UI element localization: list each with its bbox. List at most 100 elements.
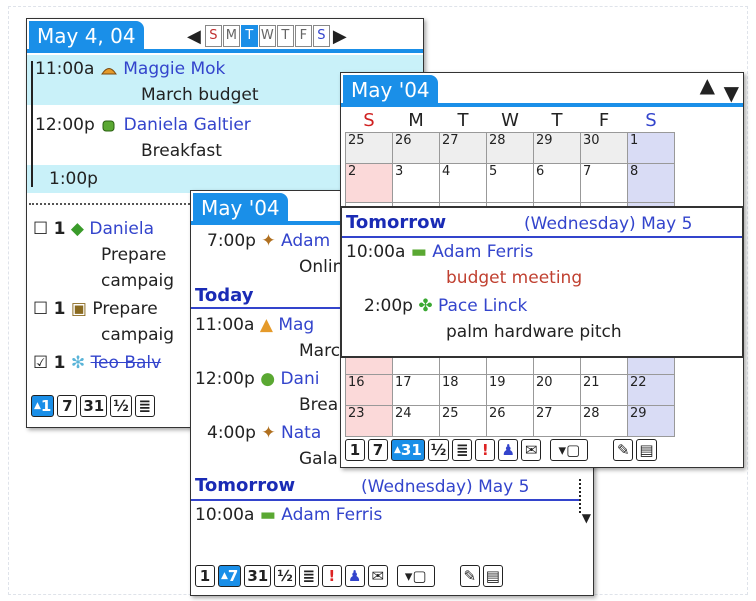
day-cell[interactable]: 28 bbox=[580, 405, 628, 437]
next-month-icon[interactable]: ▼ bbox=[724, 81, 739, 105]
day-cell[interactable]: 3 bbox=[392, 163, 440, 203]
day-cell[interactable]: 1 bbox=[627, 132, 675, 164]
todo-sub: Prepare bbox=[101, 245, 167, 265]
day-cell[interactable]: 25 bbox=[345, 132, 393, 164]
scrollbar[interactable] bbox=[579, 479, 587, 513]
checkbox-checked[interactable]: ☑ bbox=[33, 353, 48, 373]
details-button[interactable]: ▤ bbox=[482, 565, 503, 587]
week-view-button[interactable]: 7 bbox=[57, 395, 78, 417]
split-view-button[interactable]: ½ bbox=[427, 439, 450, 461]
day-cell[interactable]: 4 bbox=[439, 163, 487, 203]
day-sat[interactable]: S bbox=[312, 25, 330, 47]
contacts-button[interactable]: ♟ bbox=[498, 439, 519, 461]
day-fri[interactable]: F bbox=[294, 25, 312, 47]
contacts-button[interactable]: ♟ bbox=[344, 565, 365, 587]
today-heading: Today bbox=[195, 285, 254, 306]
event-sub: budget meeting bbox=[446, 268, 583, 288]
todo-row[interactable]: ☐ 1 ▣ Prepare bbox=[33, 299, 158, 319]
alarm-button[interactable]: ! bbox=[475, 439, 496, 461]
list-view-button[interactable]: ≣ bbox=[452, 439, 473, 461]
event-row[interactable]: 12:00p ● Dani bbox=[195, 369, 319, 389]
day-sun[interactable]: S bbox=[204, 25, 222, 47]
todo-row[interactable]: ☐ 1 ◆ Daniela bbox=[33, 219, 154, 239]
day-tue[interactable]: T bbox=[240, 25, 258, 47]
alarm-button[interactable]: ! bbox=[321, 565, 342, 587]
day-cell[interactable]: 27 bbox=[533, 405, 581, 437]
mail-button[interactable]: ✉ bbox=[521, 439, 542, 461]
scroll-down-icon[interactable]: ▼ bbox=[582, 511, 591, 525]
checkbox[interactable]: ☐ bbox=[33, 219, 48, 239]
day-cell[interactable]: 17 bbox=[392, 374, 440, 406]
event-row[interactable]: 2:00p ✤ Pace Linck bbox=[364, 296, 527, 316]
day-cell[interactable]: 8 bbox=[627, 163, 675, 203]
event-time[interactable]: 1:00p bbox=[49, 169, 98, 189]
event-row[interactable]: 10:00a ▬ Adam Ferris bbox=[195, 505, 382, 525]
todo-row[interactable]: ☑ 1 ✻ Teo Balv bbox=[33, 353, 161, 373]
event-sub: Brea bbox=[299, 395, 339, 415]
new-menu-button[interactable]: ▾▢ bbox=[550, 439, 589, 461]
party-icon: ✦ bbox=[261, 423, 276, 443]
mail-button[interactable]: ✉ bbox=[367, 565, 388, 587]
day-cell[interactable]: 6 bbox=[533, 163, 581, 203]
day-cell[interactable]: 24 bbox=[392, 405, 440, 437]
edit-button[interactable]: ✎ bbox=[459, 565, 480, 587]
day-view-button[interactable]: 1 bbox=[195, 565, 215, 587]
week-view-button[interactable]: 7 bbox=[368, 439, 388, 461]
day-view-button[interactable]: 1 bbox=[345, 439, 365, 461]
event-time: 7:00p bbox=[207, 231, 256, 251]
day-cell[interactable]: 20 bbox=[533, 374, 581, 406]
month-view-button[interactable]: 31 bbox=[244, 565, 272, 587]
event-row[interactable]: 10:00a ▬ Adam Ferris bbox=[346, 242, 533, 262]
event-time: 10:00a bbox=[195, 505, 255, 525]
dow-header: F bbox=[598, 110, 610, 131]
day-cell[interactable]: 29 bbox=[627, 405, 675, 437]
day-cell[interactable]: 5 bbox=[486, 163, 534, 203]
event-row[interactable]: 11:00a ▲ Mag bbox=[195, 315, 314, 335]
day-thu[interactable]: T bbox=[276, 25, 294, 47]
day-cell[interactable]: 2 bbox=[345, 163, 393, 203]
day-cell[interactable]: 23 bbox=[345, 405, 393, 437]
list-view-button[interactable]: ≣ bbox=[298, 565, 319, 587]
event-row[interactable]: 12:00p Daniela Galtier bbox=[35, 115, 251, 135]
event-time: 12:00p bbox=[195, 369, 255, 389]
checkbox[interactable]: ☐ bbox=[33, 299, 48, 319]
day-cell[interactable]: 19 bbox=[486, 374, 534, 406]
new-menu-button[interactable]: ▾▢ bbox=[396, 565, 435, 587]
month-view-button[interactable]: 31 bbox=[80, 395, 108, 417]
day-cell[interactable]: 7 bbox=[580, 163, 628, 203]
event-row[interactable]: 4:00p ✦ Nata bbox=[207, 423, 321, 443]
event-name: Adam Ferris bbox=[281, 505, 383, 525]
day-view-button[interactable]: ▲ 1 bbox=[31, 395, 55, 417]
day-mon[interactable]: M bbox=[222, 25, 240, 47]
prev-arrow-icon[interactable]: ◀ bbox=[187, 26, 201, 47]
split-view-button[interactable]: ½ bbox=[274, 565, 296, 587]
split-view-button[interactable]: ½ bbox=[110, 395, 132, 417]
month-title[interactable]: May '04 bbox=[343, 75, 438, 105]
prev-month-icon[interactable]: ▲ bbox=[700, 73, 715, 97]
event-name: Adam bbox=[281, 231, 331, 251]
day-title[interactable]: May 4, 04 bbox=[29, 21, 144, 51]
event-row[interactable]: 11:00a Maggie Mok bbox=[35, 59, 225, 79]
day-cell[interactable]: 27 bbox=[439, 132, 487, 164]
day-cell[interactable]: 26 bbox=[392, 132, 440, 164]
next-arrow-icon[interactable]: ▶ bbox=[333, 26, 347, 47]
day-cell[interactable]: 28 bbox=[486, 132, 534, 164]
list-view-button[interactable]: ≣ bbox=[134, 395, 155, 417]
edit-button[interactable]: ✎ bbox=[613, 439, 634, 461]
day-cell[interactable]: 25 bbox=[439, 405, 487, 437]
details-button[interactable]: ▤ bbox=[636, 439, 657, 461]
day-cell[interactable]: 18 bbox=[439, 374, 487, 406]
event-name: Adam Ferris bbox=[432, 242, 534, 262]
agenda-title[interactable]: May '04 bbox=[193, 193, 288, 223]
day-cell[interactable]: 26 bbox=[486, 405, 534, 437]
day-cell[interactable]: 30 bbox=[580, 132, 628, 164]
day-cell[interactable]: 22 bbox=[627, 374, 675, 406]
event-row[interactable]: 7:00p ✦ Adam bbox=[207, 231, 330, 251]
month-view-button[interactable]: ▲ 31 bbox=[391, 439, 425, 461]
meal-icon: ▲ bbox=[259, 315, 273, 335]
day-wed[interactable]: W bbox=[258, 25, 276, 47]
day-cell[interactable]: 21 bbox=[580, 374, 628, 406]
day-cell[interactable]: 16 bbox=[345, 374, 393, 406]
week-view-button[interactable]: ▲ 7 bbox=[218, 565, 242, 587]
day-cell[interactable]: 29 bbox=[533, 132, 581, 164]
